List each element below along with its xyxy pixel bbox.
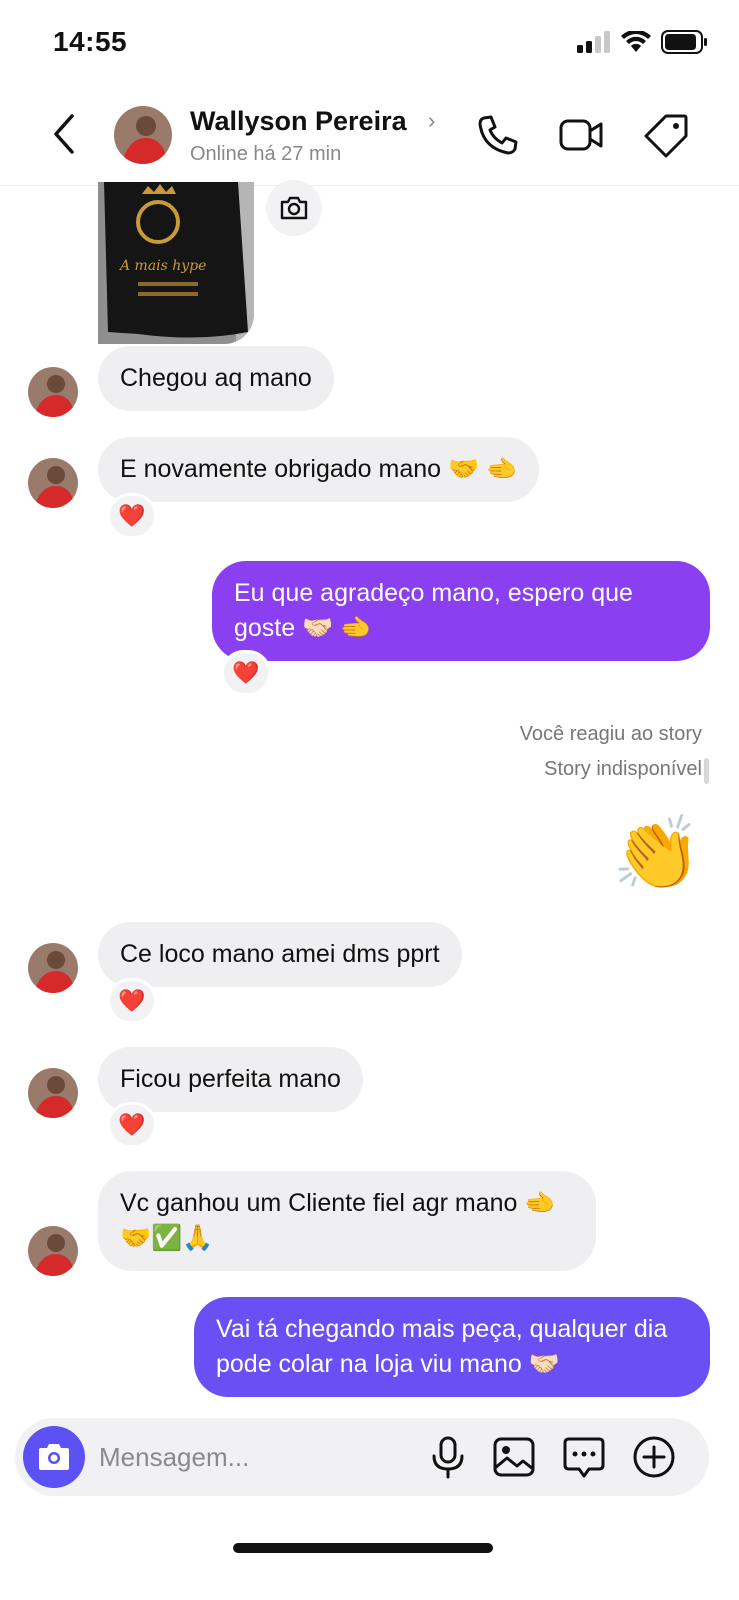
- contact-status: Online há 27 min: [190, 143, 342, 165]
- heart-reaction[interactable]: ❤️: [221, 650, 271, 696]
- status-time: 14:55: [53, 26, 128, 57]
- camera-button[interactable]: [23, 1426, 85, 1488]
- story-indicator: [704, 758, 709, 784]
- camera-icon: [39, 1444, 69, 1470]
- svg-text:A mais hype: A mais hype: [118, 258, 206, 274]
- heart-reaction[interactable]: ❤️: [107, 1102, 157, 1148]
- contact-avatar[interactable]: [114, 106, 172, 164]
- plus-circle-icon[interactable]: [631, 1434, 677, 1480]
- contact-name[interactable]: Wallyson Pereira: [190, 106, 407, 137]
- gallery-image-icon[interactable]: [491, 1434, 537, 1480]
- sticker-chat-icon[interactable]: [561, 1434, 607, 1480]
- clap-emoji-message[interactable]: 👏: [612, 806, 702, 902]
- heart-reaction-label: ❤️: [232, 660, 260, 685]
- outgoing-message-bubble[interactable]: Eu que agradeço mano, espero que goste 🤝…: [212, 561, 710, 661]
- message-composer: [15, 1418, 709, 1496]
- heart-reaction-label: ❤️: [118, 988, 146, 1013]
- story-reaction-note: Você reagiu ao story: [519, 723, 702, 745]
- sender-avatar[interactable]: [28, 1068, 78, 1118]
- microphone-icon[interactable]: [425, 1434, 471, 1480]
- cellular-signal-icon: [577, 31, 610, 53]
- sender-avatar[interactable]: [28, 367, 78, 417]
- outgoing-message-bubble[interactable]: Vai tá chegando mais peça, qualquer dia …: [194, 1297, 710, 1397]
- wifi-icon: [621, 31, 651, 52]
- chat-header: Wallyson Pereira › Online há 27 min: [0, 90, 739, 186]
- chevron-right-icon[interactable]: ›: [428, 108, 435, 134]
- tag-icon[interactable]: [644, 112, 690, 158]
- message-bubble[interactable]: Ce loco mano amei dms pprt: [98, 922, 462, 987]
- story-unavailable-note: Story indisponível: [544, 758, 702, 780]
- message-bubble[interactable]: Chegou aq mano: [98, 346, 334, 411]
- message-input[interactable]: [99, 1438, 409, 1476]
- sender-avatar[interactable]: [28, 943, 78, 993]
- back-arrow-icon[interactable]: [48, 112, 80, 156]
- message-bubble[interactable]: Vc ganhou um Cliente fiel agr mano 🫲🤝✅🙏: [98, 1171, 596, 1271]
- status-icons: [577, 30, 709, 54]
- heart-reaction[interactable]: ❤️: [107, 493, 157, 539]
- phone-call-icon[interactable]: [475, 112, 521, 158]
- message-bubble[interactable]: E novamente obrigado mano 🤝 🫲: [98, 437, 540, 502]
- home-indicator: [233, 1543, 493, 1553]
- sender-avatar[interactable]: [28, 1226, 78, 1276]
- shared-photo[interactable]: A mais hype: [98, 182, 254, 344]
- sender-avatar[interactable]: [28, 458, 78, 508]
- heart-reaction-label: ❤️: [118, 503, 146, 528]
- camera-icon: [280, 196, 308, 220]
- camera-reply-button[interactable]: [266, 180, 322, 236]
- heart-reaction[interactable]: ❤️: [107, 978, 157, 1024]
- heart-reaction-label: ❤️: [118, 1112, 146, 1137]
- battery-icon: [661, 30, 707, 54]
- video-call-icon[interactable]: [558, 112, 604, 158]
